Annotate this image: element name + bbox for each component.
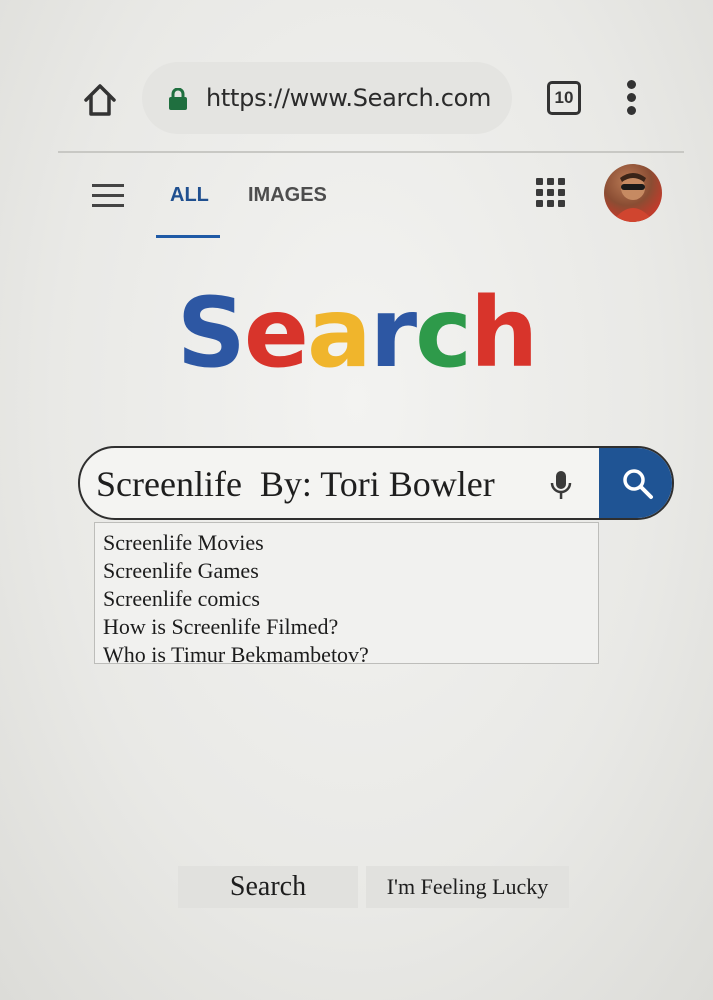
url-field[interactable]: https://www.Search.com — [142, 62, 512, 134]
suggestions-dropdown: Screenlife Movies Screenlife Games Scree… — [94, 522, 599, 667]
tab-all[interactable]: ALL — [170, 184, 209, 207]
suggestion-item[interactable]: How is Screenlife Filmed? — [103, 613, 598, 641]
logo-letter: h — [469, 277, 538, 389]
tab-images[interactable]: IMAGES — [248, 184, 327, 207]
search-box — [78, 446, 674, 520]
hamburger-icon[interactable] — [92, 184, 124, 208]
search-submit-button[interactable] — [599, 448, 672, 518]
tabs-icon[interactable]: 10 — [547, 81, 581, 115]
mic-icon[interactable] — [550, 470, 572, 500]
suggestion-item[interactable]: Screenlife comics — [103, 585, 598, 613]
avatar[interactable] — [604, 164, 662, 222]
search-button[interactable]: Search — [178, 866, 358, 908]
apps-grid-icon[interactable] — [536, 178, 566, 208]
suggestion-item[interactable]: Screenlife Movies — [103, 529, 598, 557]
url-text: https://www.Search.com — [206, 84, 492, 112]
active-tab-indicator — [156, 235, 220, 238]
logo-letter: e — [243, 277, 309, 389]
logo-letter: S — [176, 277, 246, 389]
browser-address-bar: https://www.Search.com 10 — [0, 50, 713, 150]
search-logo: Search — [0, 278, 713, 388]
feeling-lucky-button[interactable]: I'm Feeling Lucky — [366, 866, 569, 908]
logo-letter: a — [306, 277, 372, 389]
logo-letter: c — [415, 277, 472, 389]
lock-icon — [168, 87, 188, 110]
toolbar-divider — [58, 151, 684, 153]
more-vert-icon[interactable] — [624, 80, 640, 116]
suggestion-item[interactable]: Who is Timur Bekmambetov? — [103, 641, 598, 669]
home-icon[interactable] — [80, 80, 120, 120]
logo-letter: r — [369, 277, 417, 389]
site-nav: ALL IMAGES — [0, 160, 713, 250]
suggestion-item[interactable]: Screenlife Games — [103, 557, 598, 585]
search-icon — [623, 469, 653, 499]
search-input[interactable] — [96, 462, 546, 506]
